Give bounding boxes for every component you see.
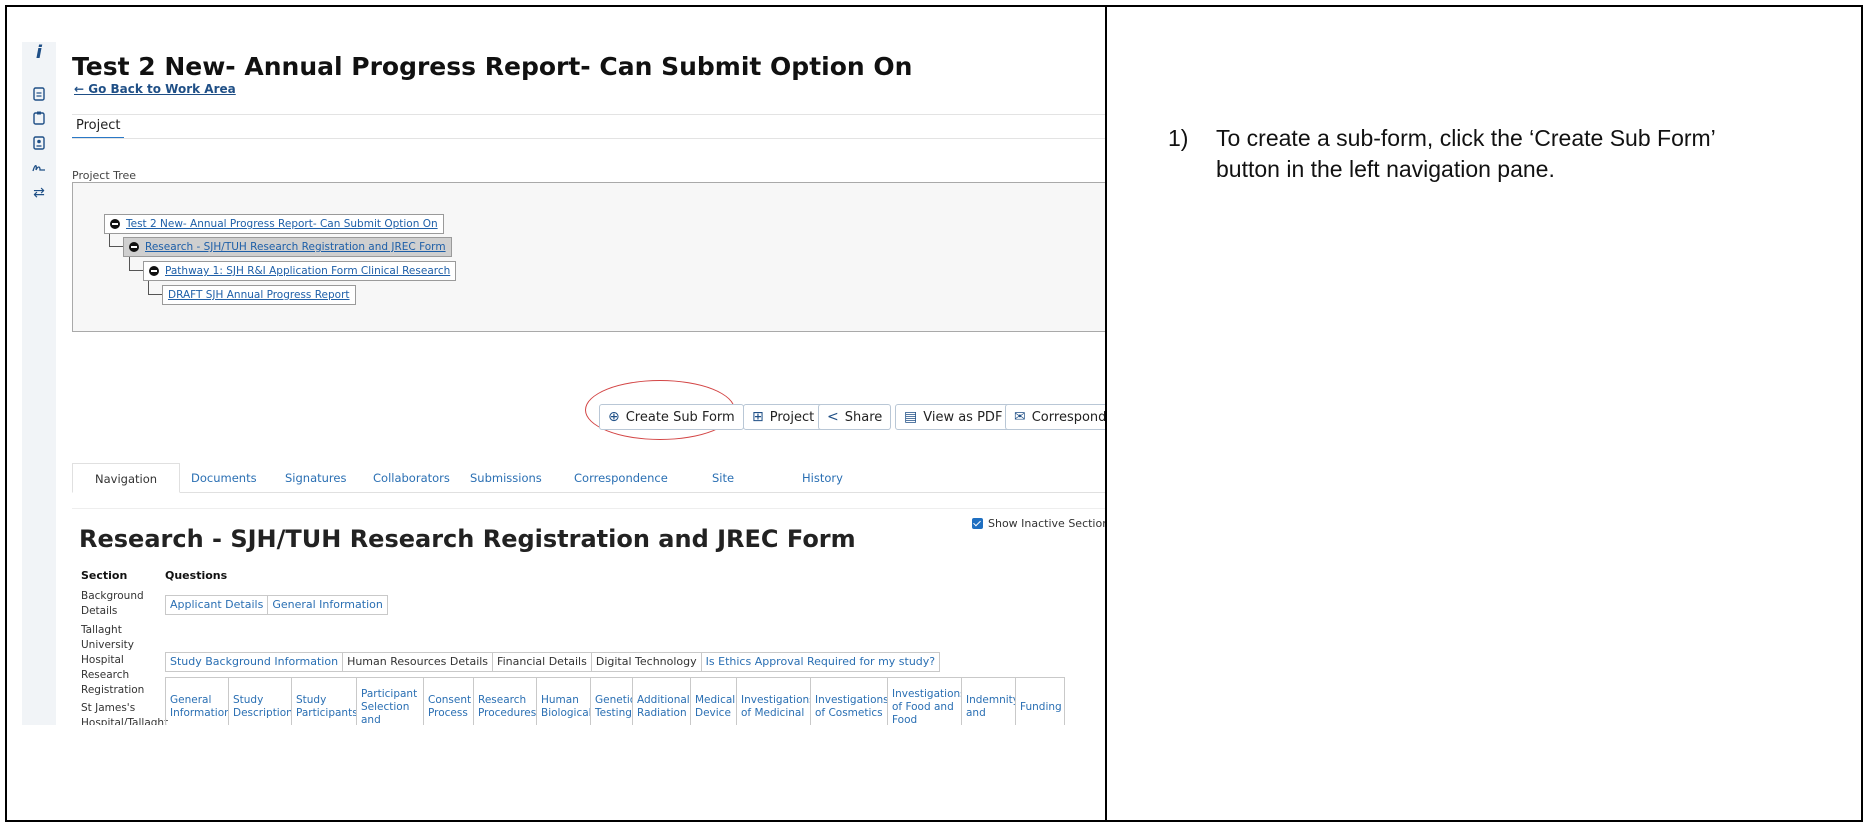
tree-node-link[interactable]: Research - SJH/TUH Research Registration…	[145, 238, 446, 256]
document-icon[interactable]	[29, 84, 49, 104]
questions-column-header: Questions	[165, 569, 228, 582]
transfer-icon[interactable]: ⇄	[29, 183, 49, 203]
section-name: Tallaght University Hospital Research Re…	[81, 624, 145, 696]
left-rail: i ⇄	[22, 42, 56, 725]
divider	[72, 114, 1105, 115]
pdf-icon: ▤	[904, 409, 918, 425]
question-link[interactable]: Digital Technology	[592, 653, 702, 671]
app-screenshot: i ⇄ Test 2 New- Annual Progress Report- …	[22, 42, 1105, 725]
instruction-text: 1) To create a sub-form, click the ‘Creat…	[1168, 123, 1716, 185]
question-link[interactable]: Indemnity and	[962, 678, 1016, 725]
question-link[interactable]: Human Biological	[537, 678, 591, 725]
question-link[interactable]: Research Procedures	[474, 678, 537, 725]
question-link[interactable]: Medical Device	[691, 678, 737, 725]
clipboard-icon[interactable]	[29, 108, 49, 128]
correspond-button[interactable]: ✉ Correspond	[1005, 404, 1105, 430]
instruction-line: To create a sub-form, click the ‘Create …	[1216, 125, 1716, 151]
tree-node-link[interactable]: DRAFT SJH Annual Progress Report	[168, 286, 350, 304]
project-tree: Test 2 New- Annual Progress Report- Can …	[72, 182, 1105, 332]
tree-connector	[129, 257, 143, 271]
tab-correspondence[interactable]: Correspondence	[574, 463, 668, 493]
question-row: Study Background Information Human Resou…	[165, 652, 941, 672]
step-number: 1)	[1168, 125, 1189, 151]
tab-documents[interactable]: Documents	[191, 463, 257, 493]
question-link[interactable]: Study Description	[229, 678, 292, 725]
collapse-icon[interactable]	[110, 219, 120, 229]
tab-signatures[interactable]: Signatures	[285, 463, 346, 493]
share-icon: <	[827, 409, 839, 425]
question-link[interactable]: Investigations of Cosmetics	[811, 678, 888, 725]
tree-node-link[interactable]: Pathway 1: SJH R&I Application Form Clin…	[165, 262, 450, 280]
column-divider	[1105, 5, 1107, 822]
plus-circle-icon: ⊕	[608, 409, 620, 425]
question-link[interactable]: Is Ethics Approval Required for my study…	[702, 653, 940, 671]
question-link[interactable]: Genetic Testing	[591, 678, 633, 725]
tree-node-link[interactable]: Test 2 New- Annual Progress Report- Can …	[126, 215, 438, 233]
project-tree-label: Project Tree	[72, 169, 137, 182]
share-button[interactable]: < Share	[818, 404, 892, 430]
tab-navigation[interactable]: Navigation	[72, 463, 181, 493]
tab-project[interactable]: Project	[72, 115, 125, 139]
info-icon[interactable]: i	[29, 42, 49, 63]
tab-history[interactable]: History	[802, 463, 843, 493]
question-link[interactable]: General Information	[268, 596, 387, 614]
question-link[interactable]: Additional Radiation	[633, 678, 691, 725]
question-link[interactable]: Investigations of Medicinal	[737, 678, 811, 725]
mail-icon: ✉	[1014, 409, 1026, 425]
tab-site[interactable]: Site	[712, 463, 734, 493]
tab-bar: Navigation Documents Signatures Collabor…	[72, 463, 1105, 493]
question-row: Applicant Details General Information	[165, 595, 388, 615]
show-inactive-checkbox[interactable]: Show Inactive Sections	[972, 517, 1105, 530]
question-link[interactable]: General Information	[166, 678, 229, 725]
form-icon[interactable]	[29, 133, 49, 153]
tree-node-pathway[interactable]: Pathway 1: SJH R&I Application Form Clin…	[143, 261, 457, 281]
question-link[interactable]: Financial Details	[493, 653, 592, 671]
section-name: St James's Hospital/Tallaght University …	[81, 702, 169, 725]
page-title: Test 2 New- Annual Progress Report- Can …	[72, 52, 913, 81]
tree-node-draft[interactable]: DRAFT SJH Annual Progress Report	[162, 285, 356, 305]
tab-submissions[interactable]: Submissions	[470, 463, 542, 493]
tab-collaborators[interactable]: Collaborators	[373, 463, 450, 493]
collapse-icon[interactable]	[129, 242, 139, 252]
create-sub-form-button[interactable]: ⊕ Create Sub Form	[599, 404, 744, 430]
question-link[interactable]: Study Background Information	[166, 653, 344, 671]
checkbox-checked-icon[interactable]	[972, 518, 983, 529]
tree-node-research[interactable]: Research - SJH/TUH Research Registration…	[123, 237, 452, 257]
project-button[interactable]: ⊞ Project	[743, 404, 824, 430]
instruction-line: button in the left navigation pane.	[1216, 156, 1555, 182]
question-link[interactable]: Applicant Details	[166, 596, 269, 614]
tree-connector	[109, 234, 123, 247]
tree-connector	[148, 281, 163, 295]
collapse-icon[interactable]	[149, 266, 159, 276]
hierarchy-icon: ⊞	[752, 409, 764, 425]
form-title: Research - SJH/TUH Research Registration…	[79, 525, 856, 553]
section-name: Background Details	[81, 590, 144, 617]
tree-node-root[interactable]: Test 2 New- Annual Progress Report- Can …	[104, 214, 444, 234]
question-link[interactable]: Investigations of Food and Food	[888, 678, 962, 725]
question-link[interactable]: Human Resources Details	[343, 653, 494, 671]
question-link[interactable]: Funding	[1016, 678, 1064, 725]
section-column-header: Section	[81, 569, 128, 582]
question-link[interactable]: Participant Selection and	[357, 678, 424, 725]
divider	[72, 138, 1105, 139]
question-row: General Information Study Description St…	[165, 677, 1065, 725]
signature-icon[interactable]	[29, 158, 49, 178]
question-link[interactable]: Consent Process	[424, 678, 474, 725]
question-link[interactable]: Study Participants	[292, 678, 357, 725]
back-link[interactable]: ← Go Back to Work Area	[74, 82, 236, 96]
view-pdf-button[interactable]: ▤ View as PDF	[895, 404, 1012, 430]
